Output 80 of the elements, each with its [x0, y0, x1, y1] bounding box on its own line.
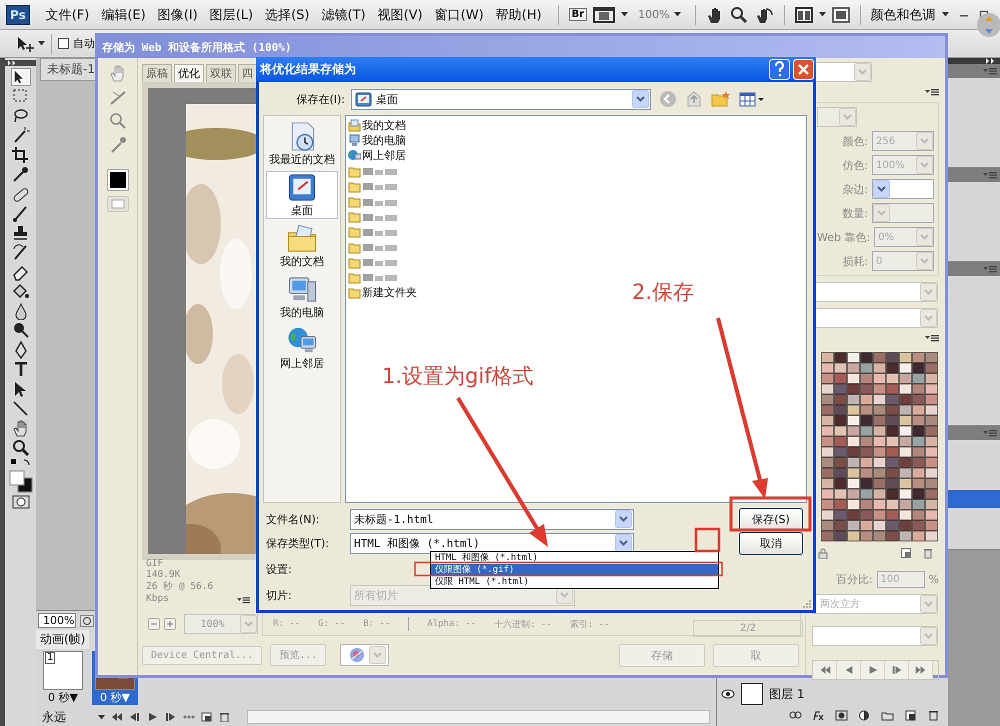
dropdown-option[interactable]: HTML 和图像 (*.html): [431, 552, 718, 564]
color-readout: 十六进制: --: [494, 618, 552, 630]
field-label: 切片:: [265, 588, 293, 602]
setting-value: 100%: [875, 160, 905, 170]
dropdown-value: HTML 和图像 (*.html): [354, 536, 480, 550]
menu-item[interactable]: 滤镜(T): [322, 6, 366, 24]
file-name[interactable]: 新建文件夹: [362, 285, 417, 300]
preview-info: 26 秒 @ 56.6 Kbps: [146, 580, 214, 604]
file-name[interactable]: 我的电脑: [362, 133, 406, 148]
save-button[interactable]: 保存(S): [739, 508, 803, 530]
setting-label: Web 靠色:: [817, 230, 870, 244]
field-label: 设置:: [265, 562, 293, 576]
file-name[interactable]: 我的文档: [362, 118, 406, 134]
zoom-value: 100%: [199, 618, 226, 630]
loop-dropdown[interactable]: 永远: [42, 708, 92, 726]
field-label: 保存在(I):: [295, 92, 345, 106]
layer-name: 图层 1: [769, 686, 804, 702]
frame-counter: 2/2: [693, 620, 803, 637]
setting-label: 仿色:: [842, 158, 868, 172]
setting-label: 杂边:: [842, 182, 868, 196]
bridge-button[interactable]: Br: [568, 8, 588, 21]
color-readout: B: --: [363, 619, 390, 629]
places-item[interactable]: 我最近的文档: [266, 120, 338, 168]
checkbox-label: 自动: [73, 36, 95, 51]
file-name[interactable]: 网上邻居: [362, 148, 406, 164]
dialog-title: 将优化结果存储为: [260, 61, 356, 78]
preview-info: 140.9K: [146, 569, 182, 580]
places-item[interactable]: 我的电脑: [266, 273, 338, 321]
dropdown-option[interactable]: 仅限图像 (*.gif): [431, 564, 718, 576]
color-readout: 索引: --: [570, 618, 610, 630]
annotation-text: 2.保存: [632, 279, 694, 306]
menu-item[interactable]: 图层(L): [210, 6, 254, 24]
workspace-menu[interactable]: 颜色和色调: [870, 6, 936, 24]
setting-label: 损耗:: [842, 254, 868, 268]
view-tab[interactable]: 双联: [206, 64, 236, 82]
menu-item[interactable]: 视图(V): [378, 6, 423, 24]
view-tab[interactable]: 四: [238, 64, 257, 82]
zoom-dropdown[interactable]: 100%: [634, 8, 685, 21]
view-tab[interactable]: 优化: [174, 64, 204, 82]
dropdown-value: 桌面: [376, 92, 398, 106]
places-item[interactable]: 我的文档: [266, 222, 338, 270]
color-readout: R: --: [273, 619, 300, 629]
menu-item[interactable]: 选择(S): [265, 6, 310, 24]
file-name-field[interactable]: 未标题-1.html: [350, 508, 634, 530]
panel-tab[interactable]: 动画(帧): [36, 630, 90, 649]
file-type-dropdown[interactable]: HTML 和图像 (*.html): [350, 532, 634, 554]
setting-value: 0%: [877, 232, 894, 242]
view-tab[interactable]: 原稿: [142, 64, 172, 82]
setting-label: 百分比:: [836, 572, 873, 587]
menu-item[interactable]: 图像(I): [158, 6, 198, 24]
frame-delay[interactable]: 0 秒▼: [100, 690, 130, 705]
setting-label: 数量:: [842, 206, 868, 220]
color-readout: Alpha: --: [427, 619, 476, 629]
menu-item[interactable]: 窗口(W): [434, 6, 484, 24]
menu-item[interactable]: 编辑(E): [101, 6, 146, 24]
dropdown-value: 两次立方: [819, 598, 860, 611]
layer-row[interactable]: 图层 1: [717, 680, 948, 708]
app-logo: Ps: [6, 4, 30, 24]
setting-value: 0: [875, 256, 882, 266]
cancel-button[interactable]: 取消: [739, 532, 803, 554]
field-value: 未标题-1.html: [354, 512, 434, 526]
setting-label: 颜色:: [842, 134, 868, 148]
field-label: 文件名(N):: [265, 512, 321, 526]
setting-value: 256: [875, 136, 896, 146]
places-item[interactable]: 桌面: [266, 171, 338, 219]
window-title: 存储为 Web 和设备所用格式 (100%): [98, 36, 945, 58]
field-label: 保存类型(T):: [265, 536, 330, 550]
menu-item[interactable]: 文件(F): [46, 6, 90, 24]
location-dropdown[interactable]: 桌面: [351, 88, 651, 110]
unit-label: %: [928, 573, 939, 586]
dropdown-value: 所有切片: [354, 588, 398, 602]
preview-info: GIF: [146, 558, 164, 569]
frame-delay[interactable]: 0 秒▼: [48, 690, 78, 705]
frame-number: 1: [45, 652, 56, 664]
annotation-text: 1.设置为gif格式: [382, 363, 534, 390]
zoom-field[interactable]: 100%: [38, 613, 76, 628]
menu-item[interactable]: 帮助(H): [496, 6, 542, 24]
color-readout: G: --: [318, 619, 346, 629]
places-item[interactable]: 网上邻居: [266, 324, 338, 372]
zoom-value: 100%: [638, 8, 670, 21]
